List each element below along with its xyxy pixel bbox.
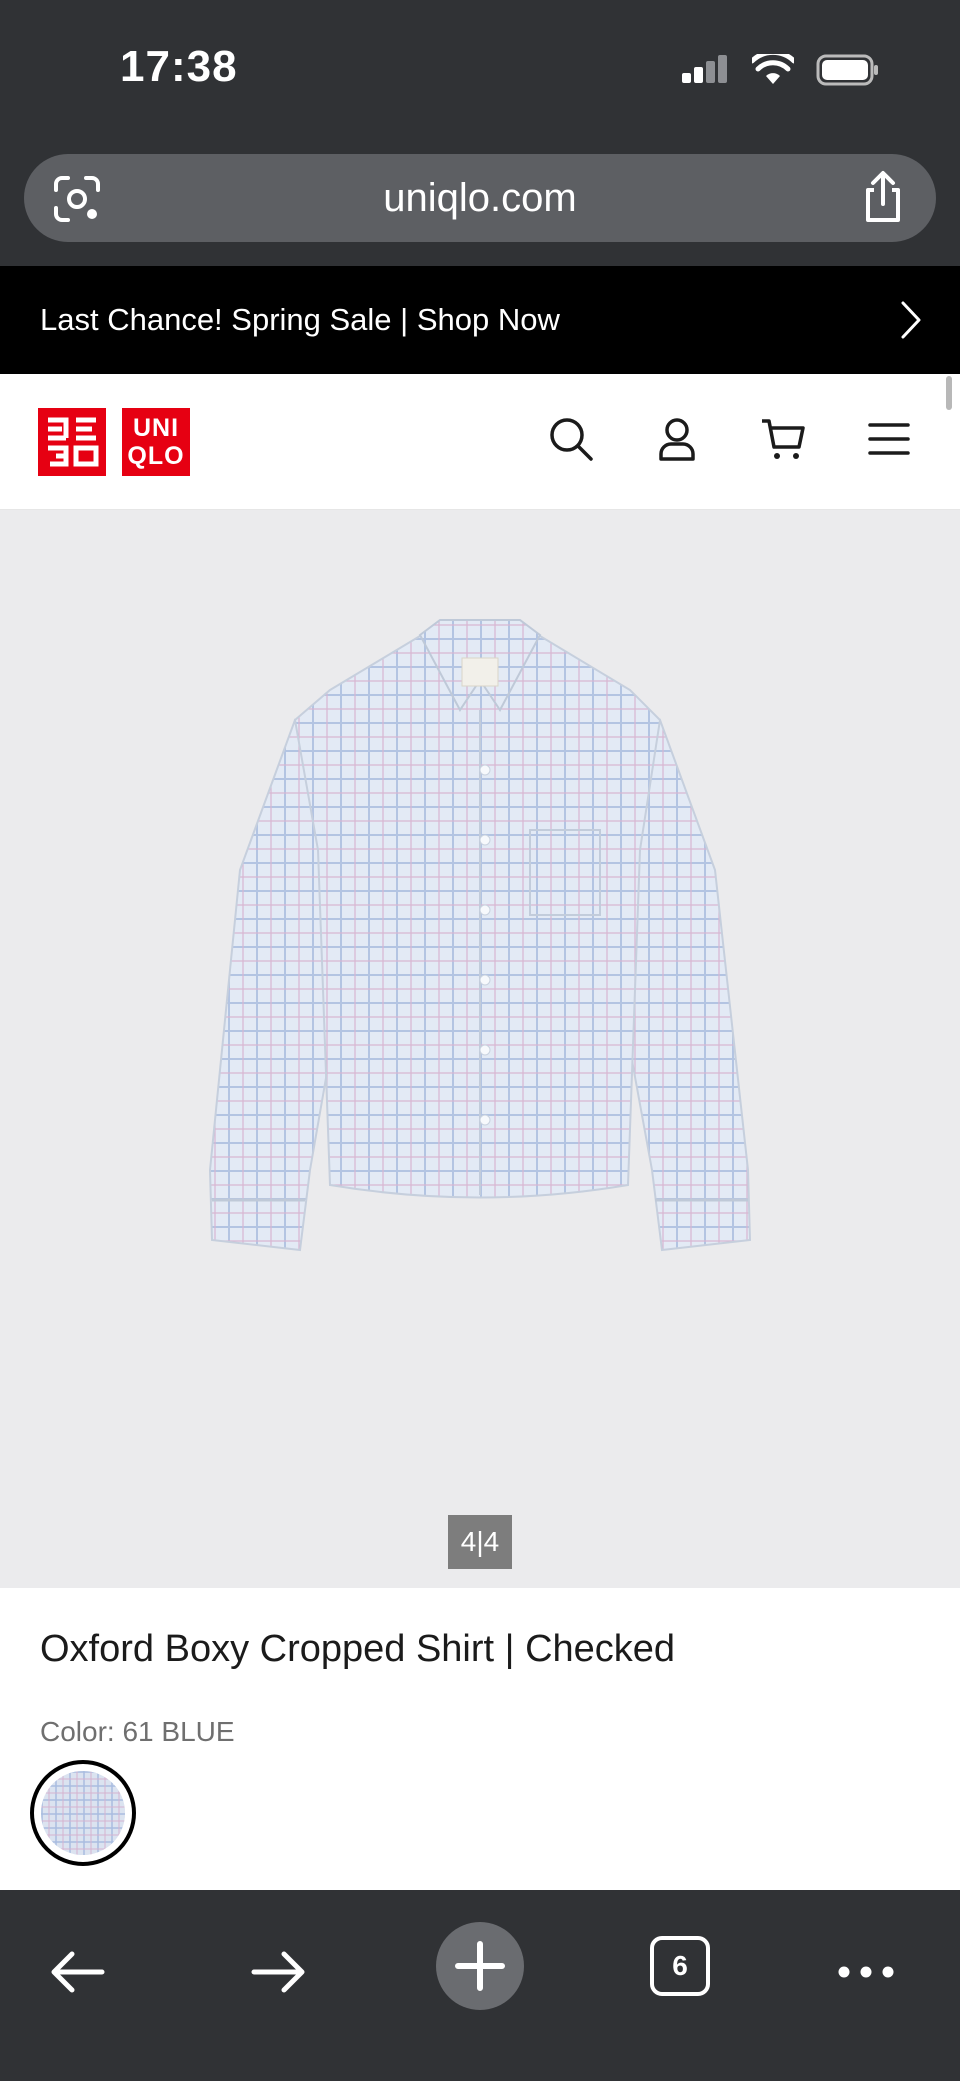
status-bar: 17:38 <box>0 0 960 140</box>
forward-arrow-icon[interactable] <box>246 1940 310 2004</box>
cart-icon[interactable] <box>760 416 806 462</box>
product-image-gallery[interactable]: 4|4 <box>0 510 960 1588</box>
logo-text-line-1: UNI <box>132 414 180 442</box>
logo-text-block: UNI QLO <box>122 408 190 476</box>
more-icon[interactable] <box>834 1940 898 2004</box>
site-header: UNI QLO <box>0 374 960 510</box>
menu-icon[interactable] <box>866 416 912 462</box>
plus-icon <box>455 1941 505 1991</box>
header-icons <box>548 416 912 462</box>
status-icons <box>680 54 880 86</box>
logo-katakana-block <box>38 408 106 476</box>
promo-text[interactable]: Last Chance! Spring Sale | Shop Now <box>40 302 560 338</box>
search-icon[interactable] <box>548 416 594 462</box>
checked-shirt-product-photo[interactable] <box>200 610 760 1290</box>
wifi-icon <box>752 54 794 84</box>
chevron-right-icon[interactable] <box>900 300 922 340</box>
url-text[interactable]: uniqlo.com <box>24 176 936 221</box>
tabs-button[interactable]: 6 <box>650 1936 710 1996</box>
cellular-signal-icon <box>682 55 727 83</box>
browser-toolbar: 6 <box>0 1890 960 2081</box>
color-swatch-selected[interactable] <box>30 1760 136 1866</box>
promo-banner[interactable]: Last Chance! Spring Sale | Shop Now <box>0 266 960 374</box>
new-tab-button[interactable] <box>436 1922 524 2010</box>
status-time: 17:38 <box>120 42 238 91</box>
share-icon[interactable] <box>860 170 906 224</box>
address-bar[interactable]: uniqlo.com <box>24 154 936 242</box>
back-arrow-icon[interactable] <box>46 1940 110 2004</box>
uniqlo-logo[interactable]: UNI QLO <box>38 408 190 476</box>
page-scroll-indicator[interactable] <box>946 376 952 410</box>
swatch-pattern <box>41 1771 125 1855</box>
logo-text-line-2: QLO <box>127 442 185 470</box>
account-icon[interactable] <box>654 416 700 462</box>
color-label: Color: 61 BLUE <box>40 1716 235 1747</box>
product-title: Oxford Boxy Cropped Shirt | Checked <box>40 1628 676 1670</box>
battery-icon <box>816 54 878 86</box>
image-counter: 4|4 <box>448 1515 512 1569</box>
browser-address-area: uniqlo.com <box>0 140 960 266</box>
